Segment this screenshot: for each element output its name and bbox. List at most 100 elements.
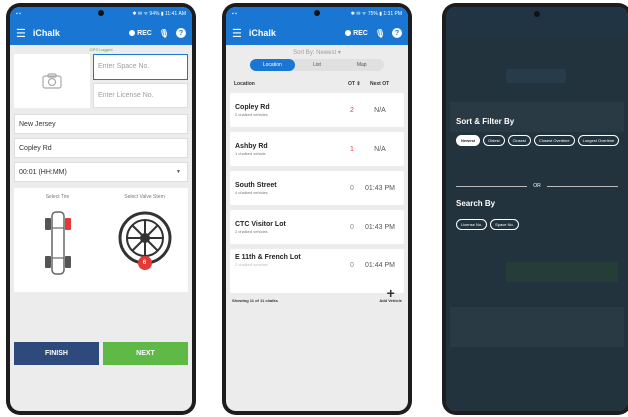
location-name: South Street [235,181,277,189]
chip-newest[interactable]: Newest [456,135,481,146]
vehicle-count: 4 chalked vehicles [235,189,268,195]
add-vehicle-label: Add Vehicle [379,298,402,303]
valve-column: Select Valve Stem 6 [101,188,188,292]
sort-by-dropdown[interactable]: Sort By: Newest ▾ [226,45,408,59]
location-list-screen: ▪ ▪ ✱ ✉ ᯤ 75% ▮ 1:31 PM ☰ iChalk REC 🎙 ?… [226,7,408,411]
chip-oldest[interactable]: Oldest [483,135,505,146]
location-name: Ashby Rd [235,142,268,150]
vehicle-count: 1 chalked vehicle [235,150,266,156]
time-select[interactable]: 00:01 (HH:MM) ▼ [14,162,188,182]
location-name: E 11th & French Lot [235,254,301,261]
space-number-input[interactable]: Enter Space No. [93,54,188,80]
overtime-count: 0 [350,262,354,269]
capture-row: Enter Space No. Enter License No. [14,54,188,108]
app-title: iChalk [248,28,276,38]
tire-column: Select Tire [14,188,101,292]
view-tabs: Location List Map [250,59,384,71]
vehicle-count: 2 chalked vehicles [235,111,268,117]
sort-chips: Newest Oldest Closest Closest Overtime L… [456,135,620,146]
gps-status: GPS Logged [89,47,113,52]
front-camera [534,11,540,17]
status-left: ▪ ▪ [232,11,237,17]
overtime-count: 0 [350,223,354,231]
front-camera [98,10,104,16]
phone-2: ▪ ▪ ✱ ✉ ᯤ 75% ▮ 1:31 PM ☰ iChalk REC 🎙 ?… [222,3,412,415]
microphone-icon[interactable]: 🎙 [159,29,169,38]
list-item-info: CTC Visitor Lot 2 chalked vehicles [235,221,343,234]
dropdown-arrow-icon: ▼ [176,169,181,175]
list-item[interactable]: Ashby Rd 1 chalked vehicle 1 N/A [230,132,404,166]
sort-arrows-icon: ⇕ [356,81,361,87]
status-right: ✱ ✉ ᯤ 94% ▮ 11:41 AM [132,11,186,17]
status-bar: ▪ ▪ ✱ ✉ ᯤ 94% ▮ 11:41 AM [10,7,192,21]
record-label: REC [137,29,152,37]
list-item[interactable]: South Street 4 chalked vehicles 0 01:43 … [230,171,404,205]
or-label: OR [533,183,541,189]
header-ot[interactable]: OT ⇕ [348,81,370,87]
record-button[interactable]: REC [129,30,152,37]
chip-closest[interactable]: Closest [507,135,531,146]
camera-icon [42,73,62,89]
select-tire-label: Select Tire [45,194,70,200]
tab-list[interactable]: List [295,59,340,71]
front-camera [314,10,320,16]
record-button[interactable]: REC [345,30,368,37]
id-inputs: Enter Space No. Enter License No. [93,54,188,108]
tire-selection-panel: Select Tire Select Valve Stem 6 [14,188,188,292]
or-divider: OR [456,183,618,189]
vehicle-count: 2 chalked vehicles [235,228,268,234]
phone-1: ▪ ▪ ✱ ✉ ᯤ 94% ▮ 11:41 AM ☰ iChalk REC 🎙 … [6,3,196,415]
help-icon[interactable]: ? [392,28,402,38]
location-name: CTC Visitor Lot [235,220,286,228]
tab-location[interactable]: Location [250,59,295,71]
chalk-entry-screen: ▪ ▪ ✱ ✉ ᯤ 94% ▮ 11:41 AM ☰ iChalk REC 🎙 … [10,7,192,411]
hamburger-menu-icon[interactable]: ☰ [16,27,26,40]
list-item[interactable]: Copley Rd 2 chalked vehicles 2 N/A [230,93,404,127]
state-field[interactable]: New Jersey [14,114,188,134]
app-title: iChalk [32,28,60,38]
header-next-ot: Next OT [370,81,390,87]
app-bar: ☰ iChalk REC 🎙 ? [226,21,408,45]
street-field[interactable]: Copley Rd [14,138,188,158]
record-dot-icon [345,30,352,36]
finish-button[interactable]: FINISH [14,342,99,365]
list-header: Location OT ⇕ Next OT [226,71,408,93]
action-buttons: FINISH NEXT [10,342,192,365]
tab-map[interactable]: Map [339,59,384,71]
chip-longest-overtime[interactable]: Longest Overtime [577,135,620,146]
next-overtime: 01:43 PM [365,223,395,231]
hamburger-menu-icon[interactable]: ☰ [232,27,242,40]
car-tires-icon[interactable] [38,208,78,278]
divider-line [546,185,618,187]
list-item[interactable]: E 11th & French Lot 2 chalked vehicles 0… [230,249,404,293]
next-overtime: 01:44 PM [365,262,395,269]
overtime-count: 1 [350,145,354,153]
showing-count: Showing 11 of 11 chalks [232,298,278,303]
microphone-icon[interactable]: 🎙 [375,29,385,38]
status-right: ✱ ✉ ᯤ 75% ▮ 1:31 PM [350,11,402,17]
list-item[interactable]: CTC Visitor Lot 2 chalked vehicles 0 01:… [230,210,404,244]
divider-line [456,185,528,187]
list-item-info: South Street 4 chalked vehicles [235,182,343,195]
add-vehicle-button[interactable]: + Add Vehicle [379,285,402,303]
plus-icon: + [386,285,395,301]
select-valve-label: Select Valve Stem [124,194,165,200]
phone-3: Sort & Filter By Newest Oldest Closest C… [442,3,628,415]
photo-capture-button[interactable] [14,54,90,108]
license-number-input[interactable]: Enter License No. [93,82,188,108]
chip-license-no[interactable]: License No. [456,219,488,230]
app-bar: ☰ iChalk REC 🎙 ? [10,21,192,45]
search-by-title: Search By [456,199,496,208]
next-button[interactable]: NEXT [103,342,188,365]
chip-closest-overtime[interactable]: Closest Overtime [533,135,575,146]
chip-space-no[interactable]: Space No. [490,219,519,230]
list-item-info: Ashby Rd 1 chalked vehicle [235,143,343,156]
dim-overlay [446,7,628,411]
valve-badge: 6 [142,260,147,266]
time-select-value: 00:01 (HH:MM) [19,168,67,176]
header-location: Location [234,81,255,87]
vehicle-count: 2 chalked vehicles [235,262,268,267]
help-icon[interactable]: ? [176,28,186,38]
record-dot-icon [129,30,136,36]
status-left: ▪ ▪ [16,11,21,17]
